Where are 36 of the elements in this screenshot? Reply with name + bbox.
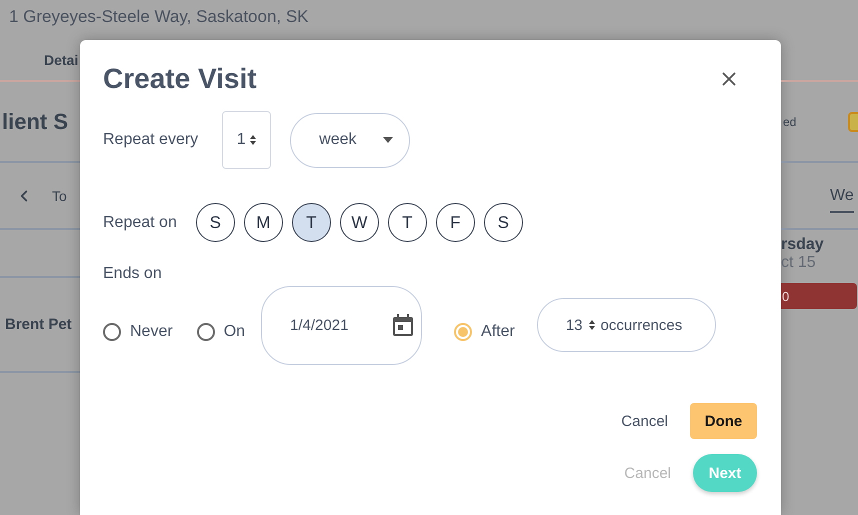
dialog-title: Create Visit [103,63,257,95]
action-button[interactable]: Done [690,403,757,439]
calendar-icon[interactable] [393,314,414,336]
ends-on-label: Ends on [103,265,162,283]
day-toggle[interactable]: S [196,203,235,242]
day-toggle[interactable]: S [484,203,523,242]
date-field[interactable]: 1/4/2021 [261,286,422,364]
legend-label: ed [783,114,796,128]
client-address: 1 Greyeyes-Steele Way, Saskatoon, SK [9,7,310,27]
radio-option[interactable]: On [196,323,246,341]
day-date: ct 15 [781,254,816,272]
day-toggle[interactable]: T [292,203,331,242]
day-toggle[interactable]: T [388,203,427,242]
tab[interactable]: Detai [44,52,78,68]
radio-icon[interactable] [196,323,215,341]
spinner-icon[interactable] [248,134,257,146]
spinner-icon[interactable] [588,319,596,331]
radio-option[interactable]: After [454,323,515,341]
repeat-every-label: Repeat every [103,131,198,149]
row-name: Brent Pet [5,316,72,333]
repeat-count-field[interactable]: 1 [222,111,272,169]
today-button[interactable]: To [52,188,67,204]
day-toggle[interactable]: M [244,203,283,242]
occurrences-field[interactable]: 13 occurrences [536,298,716,352]
radio-option[interactable]: Never [103,323,173,341]
unit-select[interactable]: week [290,112,410,168]
section-title: lient S [2,108,68,134]
repeat-on-label: Repeat on [103,214,177,232]
event-bar[interactable]: 0 [781,283,857,309]
view-tab[interactable]: We [830,186,854,212]
day-name: rsday [781,236,824,254]
caret-icon [383,137,394,143]
radio-icon[interactable] [103,323,121,341]
day-toggle[interactable]: F [436,203,475,242]
day-toggle[interactable]: W [340,203,379,242]
cancel-button[interactable]: Cancel [615,412,674,430]
